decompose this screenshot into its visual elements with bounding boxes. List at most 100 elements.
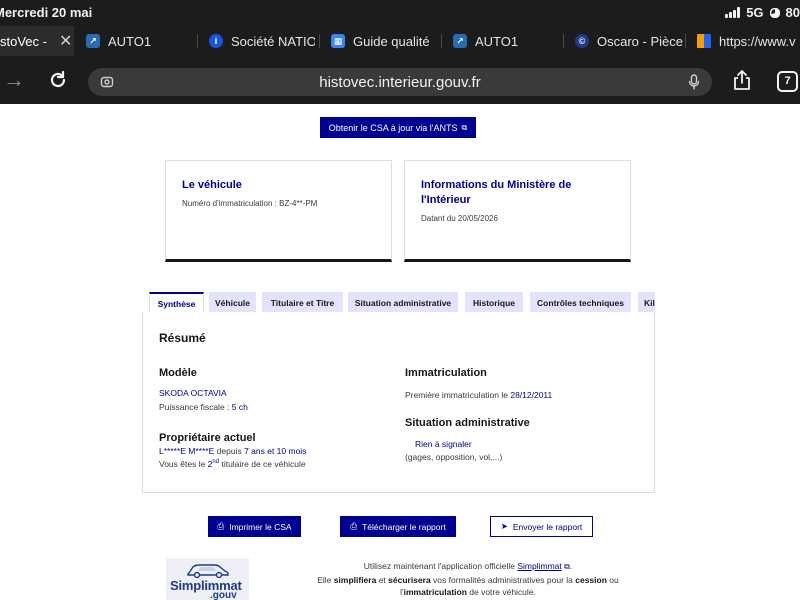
send-report-button[interactable]: ➤ Envoyer le rapport bbox=[490, 516, 593, 537]
status-indicators: 5G 80 bbox=[725, 5, 800, 20]
owner-since-value: 7 ans et 10 mois bbox=[244, 446, 307, 456]
battery-level: 80 bbox=[785, 5, 800, 20]
tab-separator bbox=[197, 34, 198, 48]
first-immat-label: Première immatriculation le bbox=[405, 390, 511, 400]
report-tabs: Synthèse Véhicule Titulaire et Titre Sit… bbox=[149, 292, 655, 313]
address-url: histovec.interieur.gouv.fr bbox=[319, 74, 481, 91]
promo-line-3: l'immatriculation de votre véhicule. bbox=[270, 586, 666, 599]
browser-tab-societe[interactable]: i Société NATIO bbox=[209, 26, 315, 56]
car-icon bbox=[187, 564, 229, 578]
first-immat-date: 28/12/2011 bbox=[510, 390, 553, 400]
tab-label: AUTO1 bbox=[475, 33, 519, 49]
reload-icon[interactable] bbox=[44, 66, 72, 94]
owner-rank-line: Vous êtes le 2nd titulaire de ce véhicul… bbox=[159, 459, 306, 469]
print-csa-label: Imprimer le CSA bbox=[229, 521, 292, 532]
tab-label: https://www.v bbox=[719, 33, 796, 49]
network-label: 5G bbox=[746, 5, 764, 20]
auto1-favicon-icon: ↗ bbox=[86, 34, 100, 48]
owner-since-label: depuis bbox=[214, 446, 245, 456]
status-bar: Mercredi 20 mai 5G 80 bbox=[0, 0, 800, 26]
tab-separator bbox=[685, 34, 686, 48]
download-report-label: Télécharger le rapport bbox=[362, 521, 446, 532]
summary-panel: Résumé Modèle SKODA OCTAVIA Puissance fi… bbox=[142, 312, 655, 493]
promo-text: . bbox=[569, 561, 573, 571]
tab-synthese[interactable]: Synthèse bbox=[149, 292, 204, 313]
tab-kilometrage[interactable]: Kilo bbox=[638, 292, 655, 313]
tab-titulaire[interactable]: Titulaire et Titre bbox=[262, 292, 343, 313]
promo-text: Utilisez maintenant l'application offici… bbox=[363, 561, 518, 571]
browser-tab-histovec[interactable]: stoVec - ✕ bbox=[0, 26, 74, 56]
forward-icon[interactable]: → bbox=[0, 66, 28, 94]
promo-line-1: Utilisez maintenant l'application offici… bbox=[270, 560, 666, 574]
ministry-card-title: Informations du Ministère de l'Intérieur bbox=[421, 179, 572, 206]
simplimmat-link[interactable]: Simplimmat bbox=[517, 561, 561, 571]
plate-number: Numéro d'immatriculation : BZ-4**-PM bbox=[182, 199, 318, 208]
simplimmat-logo[interactable]: Simplimmat .gouv bbox=[166, 558, 249, 600]
admin-heading: Situation administrative bbox=[405, 417, 530, 429]
page-content: Obtenir le CSA à jour via l'ANTS ⧉ Le vé… bbox=[0, 104, 800, 600]
summary-title: Résumé bbox=[159, 331, 206, 345]
owner-name: L*****E M****E bbox=[159, 446, 215, 456]
oscaro-favicon-icon: © bbox=[575, 34, 589, 48]
tab-label: AUTO1 bbox=[108, 33, 152, 49]
promo-text: vos formalités administratives pour la bbox=[430, 574, 576, 585]
tab-separator bbox=[563, 34, 564, 48]
tab-count-button[interactable]: 7 bbox=[777, 71, 798, 92]
promo-line-2: Elle simplifiera et sécurisera vos forma… bbox=[270, 574, 666, 587]
browser-tab-strip: stoVec - ✕ ↗ AUTO1 i Société NATIO ▦ Gui… bbox=[0, 26, 800, 56]
browser-tab-www[interactable]: https://www.v bbox=[697, 26, 800, 56]
tab-controles-techniques[interactable]: Contrôles techniques bbox=[530, 292, 631, 313]
browser-tab-auto1[interactable]: ↗ AUTO1 bbox=[86, 26, 201, 56]
simplimmat-promo: Utilisez maintenant l'application offici… bbox=[270, 560, 666, 599]
tab-separator bbox=[441, 34, 442, 48]
tab-historique[interactable]: Historique bbox=[465, 292, 523, 313]
close-tab-icon[interactable]: ✕ bbox=[59, 31, 72, 51]
tab-label: Guide qualité bbox=[353, 33, 430, 49]
tab-label: Oscaro - Pièce bbox=[597, 33, 683, 49]
browser-chrome: Mercredi 20 mai 5G 80 stoVec - ✕ ↗ AUTO1… bbox=[0, 0, 800, 104]
promo-text: ou bbox=[606, 574, 619, 585]
tab-vehicule[interactable]: Véhicule bbox=[209, 292, 256, 313]
send-icon: ➤ bbox=[500, 521, 508, 531]
browser-tab-guide[interactable]: ▦ Guide qualité bbox=[331, 26, 441, 56]
ministry-date: Datant du 20/05/2026 bbox=[421, 214, 498, 223]
share-icon[interactable] bbox=[728, 66, 756, 94]
promo-bold: sécurisera bbox=[388, 574, 431, 585]
owner-rank-rest: titulaire de ce véhicule bbox=[219, 459, 306, 469]
printer-icon: ⎙ bbox=[350, 521, 358, 531]
vehicle-card: Le véhicule Numéro d'immatriculation : B… bbox=[165, 160, 392, 262]
promo-bold: cession bbox=[575, 574, 607, 585]
tab-situation-administrative[interactable]: Situation administrative bbox=[348, 292, 458, 313]
browser-nav-bar: → histovec.interieur.gouv.fr 7 bbox=[0, 56, 800, 104]
promo-text: Elle bbox=[317, 574, 334, 585]
printer-icon: ⎙ bbox=[217, 521, 225, 531]
guide-favicon-icon: ▦ bbox=[331, 34, 345, 48]
microphone-icon[interactable] bbox=[688, 74, 700, 90]
signal-icon bbox=[725, 7, 741, 18]
download-report-button[interactable]: ⎙ Télécharger le rapport bbox=[340, 516, 456, 537]
immat-heading: Immatriculation bbox=[405, 367, 487, 379]
get-csa-ants-button[interactable]: Obtenir le CSA à jour via l'ANTS ⧉ bbox=[320, 117, 476, 138]
admin-note: (gages, opposition, vol,...) bbox=[405, 452, 503, 462]
promo-text: de votre véhicule. bbox=[466, 587, 536, 597]
browser-tab-oscaro[interactable]: © Oscaro - Pièce bbox=[575, 26, 683, 56]
admin-status: Rien à signaler bbox=[415, 439, 472, 449]
owner-heading: Propriétaire actuel bbox=[159, 432, 256, 444]
promo-bold: simplifiera bbox=[333, 574, 377, 585]
owner-rank-prefix: Vous êtes le bbox=[159, 459, 208, 469]
tab-separator bbox=[319, 34, 320, 48]
get-csa-ants-label: Obtenir le CSA à jour via l'ANTS bbox=[328, 122, 458, 133]
status-time: Mercredi 20 mai bbox=[0, 5, 93, 20]
send-report-label: Envoyer le rapport bbox=[512, 521, 583, 532]
ministry-card: Informations du Ministère de l'Intérieur… bbox=[404, 160, 631, 262]
info-favicon-icon: i bbox=[209, 34, 223, 48]
print-csa-button[interactable]: ⎙ Imprimer le CSA bbox=[208, 516, 301, 537]
vehicle-card-title: Le véhicule bbox=[182, 179, 242, 191]
browser-tab-auto1-2[interactable]: ↗ AUTO1 bbox=[453, 26, 563, 56]
model-value: SKODA OCTAVIA bbox=[159, 388, 227, 398]
owner-line: L*****E M****E depuis 7 ans et 10 mois bbox=[159, 446, 306, 456]
simplimmat-logo-domain: .gouv bbox=[210, 590, 237, 600]
promo-text: et bbox=[376, 574, 389, 585]
model-heading: Modèle bbox=[159, 367, 197, 379]
address-bar[interactable]: histovec.interieur.gouv.fr bbox=[88, 68, 712, 96]
